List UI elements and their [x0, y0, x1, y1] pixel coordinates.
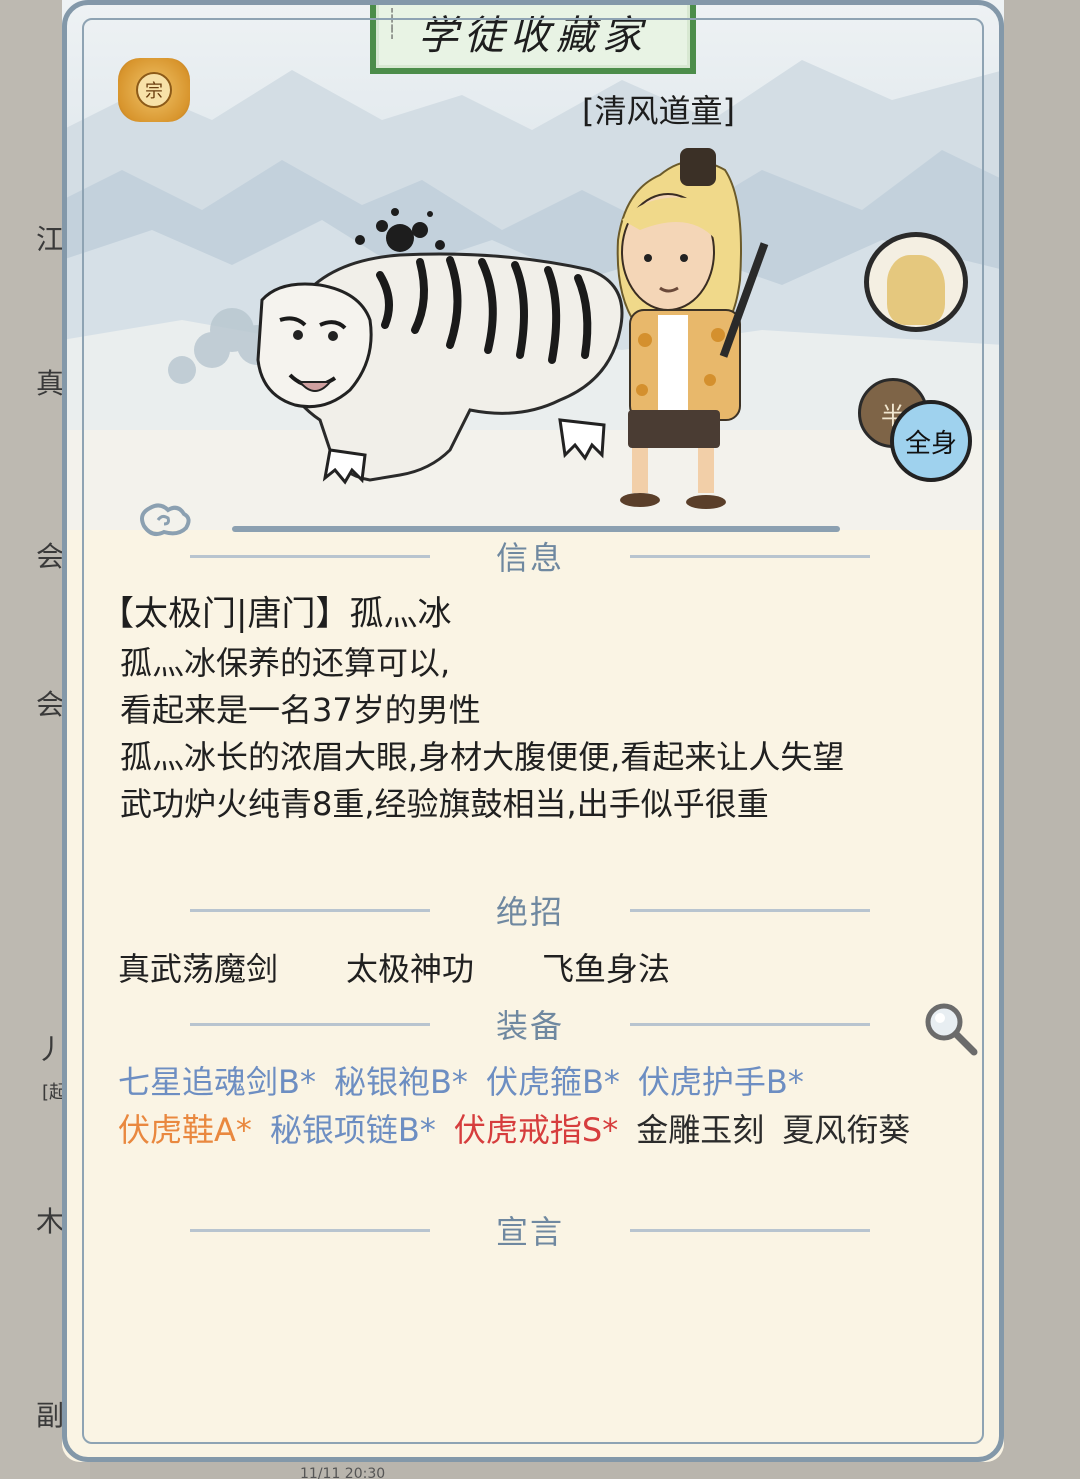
info-description: 孤灬冰保养的还算可以, 看起来是一名37岁的男性 孤灬冰长的浓眉大眼,身材大腹便…	[120, 640, 844, 828]
character-title: [清风道童]	[582, 92, 735, 130]
full-body-button[interactable]: 全身	[890, 400, 972, 482]
section-header-info: 信息	[190, 536, 870, 577]
page-title: 学徒收藏家	[418, 13, 648, 59]
header-line	[190, 1023, 430, 1026]
header-line	[630, 555, 870, 558]
header-line	[630, 1229, 870, 1232]
cloud-swirl-icon	[140, 503, 191, 536]
title-ornament: ¦ ¦ ¦	[390, 6, 395, 40]
title-plate: ¦ ¦ ¦ 学徒收藏家	[370, 0, 696, 74]
section-label: 绝招	[495, 893, 564, 931]
equipment-item[interactable]: 秘银项链B*	[270, 1111, 436, 1149]
background-char: 会	[36, 688, 65, 721]
background-char: 副	[36, 1399, 65, 1432]
equipment-item[interactable]: 伏虎鞋A*	[118, 1111, 252, 1149]
header-line	[630, 1023, 870, 1026]
section-header-skills: 绝招	[190, 890, 870, 931]
equipment-list: 七星追魂剑B* 秘银袍B* 伏虎箍B* 伏虎护手B* 伏虎鞋A* 秘银项链B* 伏虎戒指S…	[118, 1058, 978, 1154]
background-char: 会	[36, 540, 65, 573]
sect-badge-icon[interactable]: 宗	[118, 58, 190, 122]
equipment-item[interactable]: 秘银袍B*	[334, 1063, 468, 1101]
info-line: 孤灬冰保养的还算可以,	[120, 644, 451, 682]
skill-item[interactable]: 太极神功	[346, 944, 474, 990]
background-page-right	[1000, 0, 1080, 1479]
section-label: 装备	[495, 1007, 564, 1045]
section-header-equipment: 装备	[190, 1004, 870, 1045]
section-label: 信息	[495, 539, 564, 577]
background-char: 丿	[36, 1033, 65, 1066]
mount-button[interactable]	[864, 232, 968, 332]
equipment-item[interactable]: 七星追魂剑B*	[118, 1063, 316, 1101]
equipment-item[interactable]: 金雕玉刻	[636, 1111, 764, 1149]
skills-list: 真武荡魔剑 太极神功 飞鱼身法	[118, 944, 738, 990]
skill-item[interactable]: 真武荡魔剑	[118, 944, 278, 990]
background-char: 江	[36, 223, 65, 256]
header-line	[190, 909, 430, 912]
background-char: 木	[36, 1205, 65, 1238]
magnifier-icon[interactable]	[920, 998, 982, 1060]
equipment-item[interactable]: 伏虎护手B*	[638, 1063, 804, 1101]
body-view-toggle[interactable]: 半 全身	[858, 378, 976, 488]
section-label: 宣言	[495, 1213, 564, 1251]
equipment-item[interactable]: 伏虎箍B*	[486, 1063, 620, 1101]
background-char: 真	[36, 367, 65, 400]
header-line	[190, 1229, 430, 1232]
info-line: 武功炉火纯青8重,经验旗鼓相当,出手似乎很重	[120, 785, 769, 823]
info-line: 孤灬冰长的浓眉大眼,身材大腹便便,看起来让人失望	[120, 738, 845, 776]
skill-item[interactable]: 飞鱼身法	[542, 944, 670, 990]
horse-icon	[887, 255, 945, 325]
player-sect-name: 【太极门|唐门】孤灬冰	[100, 594, 452, 634]
section-header-declaration: 宣言	[190, 1210, 870, 1251]
sect-badge-label: 宗	[136, 72, 172, 108]
scene-divider	[232, 526, 840, 532]
header-line	[630, 909, 870, 912]
equipment-item[interactable]: 伏虎戒指S*	[454, 1111, 618, 1149]
info-line: 看起来是一名37岁的男性	[120, 691, 481, 729]
header-line	[190, 555, 430, 558]
background-timestamp: 11/11 20:30	[300, 1466, 386, 1479]
equipment-item[interactable]: 夏风衔葵	[782, 1111, 910, 1149]
